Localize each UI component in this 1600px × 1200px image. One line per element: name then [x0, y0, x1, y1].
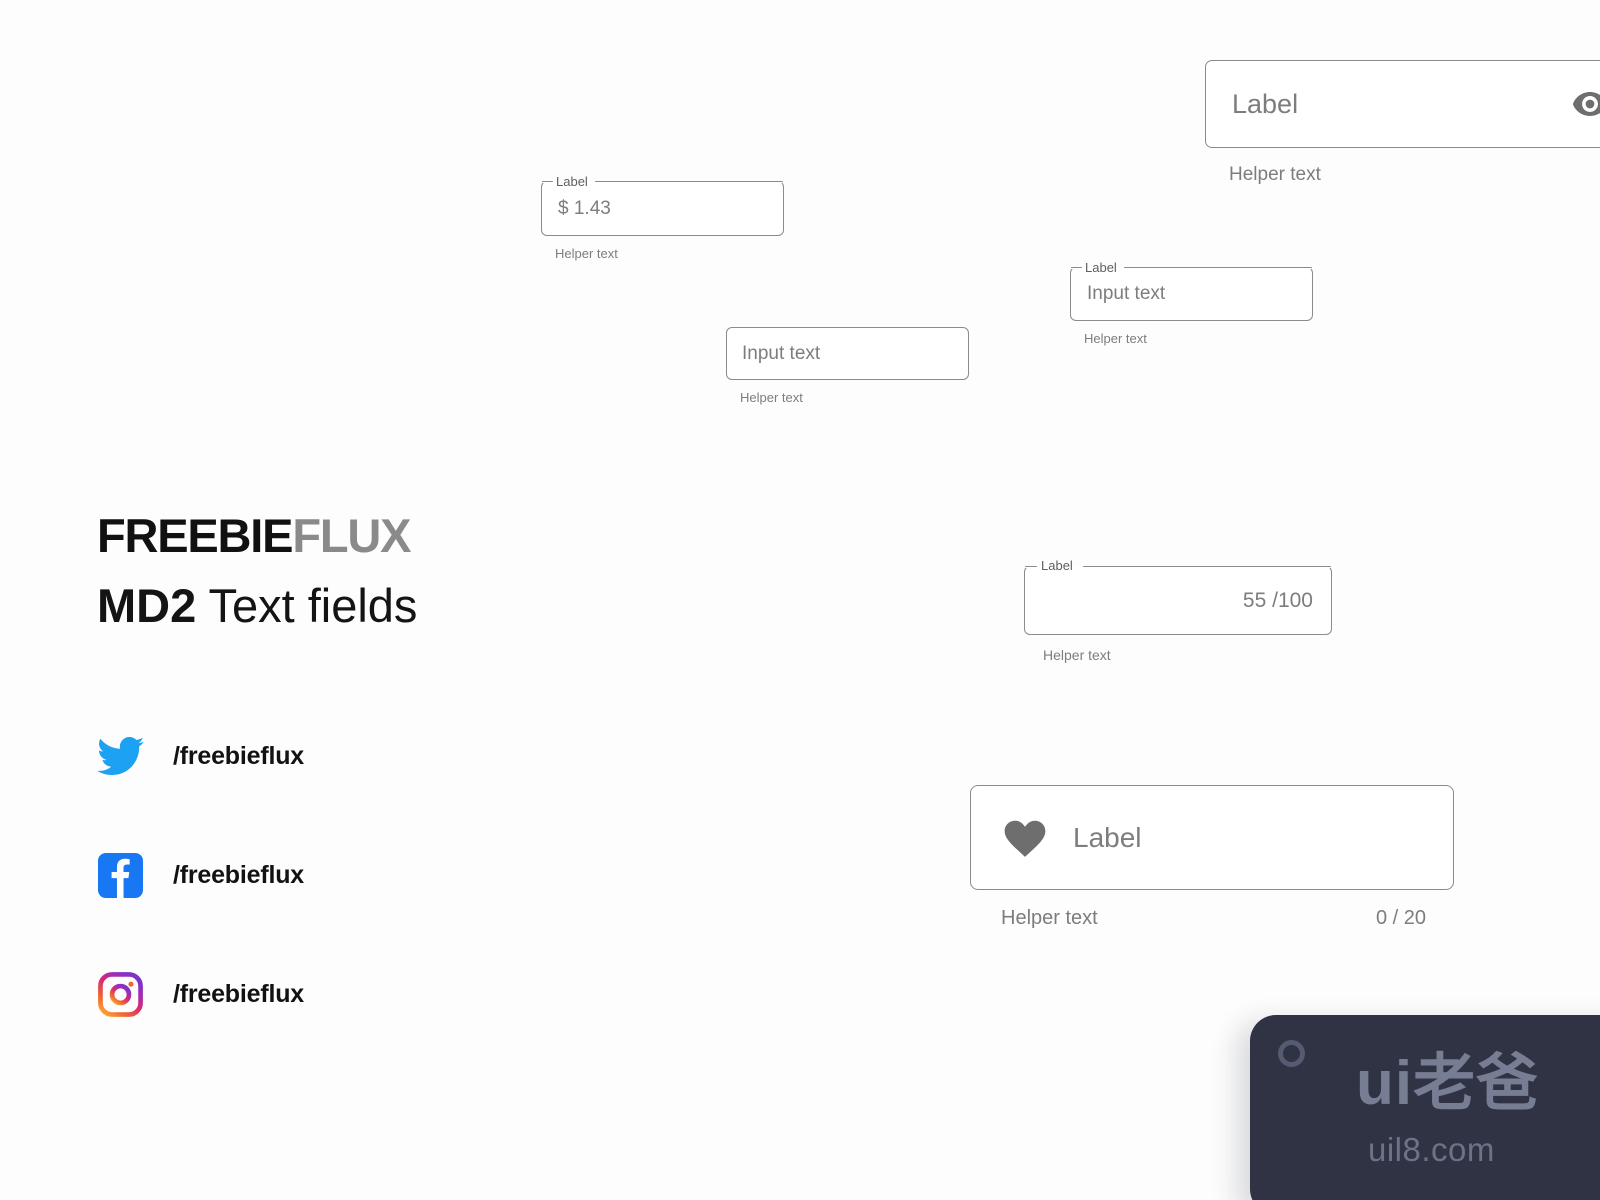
facebook-icon — [97, 852, 144, 899]
text-field-plain-value[interactable]: Input text — [742, 343, 820, 365]
page-title-bold: MD2 — [97, 579, 197, 632]
social-handle-facebook: /freebieflux — [173, 860, 304, 889]
text-field-currency-helper: Helper text — [555, 246, 618, 261]
text-field-favorite-helper: Helper text — [1001, 907, 1098, 929]
text-field-labeled-value[interactable]: Input text — [1087, 283, 1165, 305]
text-field-plain[interactable]: Input text Helper text — [726, 327, 969, 405]
brand-logo: FREEBIEFLUX — [97, 512, 697, 559]
social-link-facebook[interactable]: /freebieflux — [97, 845, 304, 905]
text-field-counter-label: Label — [1041, 558, 1073, 573]
instagram-icon — [97, 971, 144, 1018]
twitter-bird-icon — [97, 733, 144, 780]
notch-right-segment — [1083, 565, 1332, 567]
text-field-counter-value[interactable]: 55 /100 — [1243, 589, 1313, 613]
text-field-counter-box[interactable]: Label 55 /100 — [1024, 559, 1332, 635]
branding-block: FREEBIEFLUX MD2 Text fields — [97, 512, 697, 630]
brand-logo-secondary: FLUX — [292, 509, 411, 562]
social-link-twitter[interactable]: /freebieflux — [97, 726, 304, 786]
heart-icon[interactable] — [1003, 818, 1047, 858]
text-field-favorite-box[interactable]: Label — [970, 785, 1454, 890]
circle-ring-icon — [1278, 1040, 1305, 1067]
text-field-counter-helper: Helper text — [1043, 647, 1111, 663]
text-field-password-value[interactable]: Label — [1232, 89, 1298, 120]
social-handle-instagram: /freebieflux — [173, 979, 304, 1008]
text-field-currency-label: Label — [556, 174, 588, 189]
text-field-favorite-value[interactable]: Label — [1073, 822, 1142, 854]
text-field-password[interactable]: Label Helper text — [1205, 60, 1600, 186]
text-field-favorite[interactable]: Label Helper text 0 / 20 — [970, 785, 1454, 930]
text-field-labeled[interactable]: Label Input text Helper text — [1070, 261, 1313, 346]
social-handle-twitter: /freebieflux — [173, 741, 304, 770]
text-field-currency-value[interactable]: $ 1.43 — [558, 198, 611, 220]
page-title: MD2 Text fields — [97, 581, 697, 630]
text-field-labeled-label: Label — [1085, 260, 1117, 275]
notch-right-segment — [1124, 266, 1313, 268]
notch-left-segment — [1070, 266, 1082, 268]
watermark-card: ui老爸 uil8.com — [1250, 1015, 1600, 1200]
text-field-favorite-footer: Helper text 0 / 20 — [970, 907, 1454, 930]
text-field-currency-box[interactable]: Label $ 1.43 — [541, 175, 784, 236]
social-link-instagram[interactable]: /freebieflux — [97, 964, 304, 1024]
brand-logo-primary: FREEBIE — [97, 509, 294, 562]
text-field-favorite-counter: 0 / 20 — [1375, 907, 1426, 929]
text-field-counter[interactable]: Label 55 /100 Helper text — [1024, 559, 1332, 663]
text-field-labeled-helper: Helper text — [1084, 331, 1147, 346]
notch-left-segment — [1024, 565, 1037, 567]
social-links: /freebieflux /freebieflux /freebieflux — [97, 726, 304, 1083]
text-field-password-box[interactable]: Label — [1205, 60, 1600, 148]
notch-right-segment — [595, 180, 784, 182]
text-field-plain-helper: Helper text — [740, 390, 803, 405]
watermark-title: ui老爸 — [1356, 1049, 1540, 1118]
text-field-plain-box[interactable]: Input text — [726, 327, 969, 380]
notch-left-segment — [541, 180, 553, 182]
page-title-light: Text fields — [208, 579, 418, 632]
text-field-currency[interactable]: Label $ 1.43 Helper text — [541, 175, 784, 261]
visibility-eye-icon[interactable] — [1572, 92, 1600, 116]
text-field-password-helper: Helper text — [1229, 164, 1321, 185]
watermark-url: uil8.com — [1368, 1131, 1495, 1168]
design-canvas: FREEBIEFLUX MD2 Text fields /freebieflux — [0, 0, 1600, 1200]
text-field-labeled-box[interactable]: Label Input text — [1070, 261, 1313, 321]
